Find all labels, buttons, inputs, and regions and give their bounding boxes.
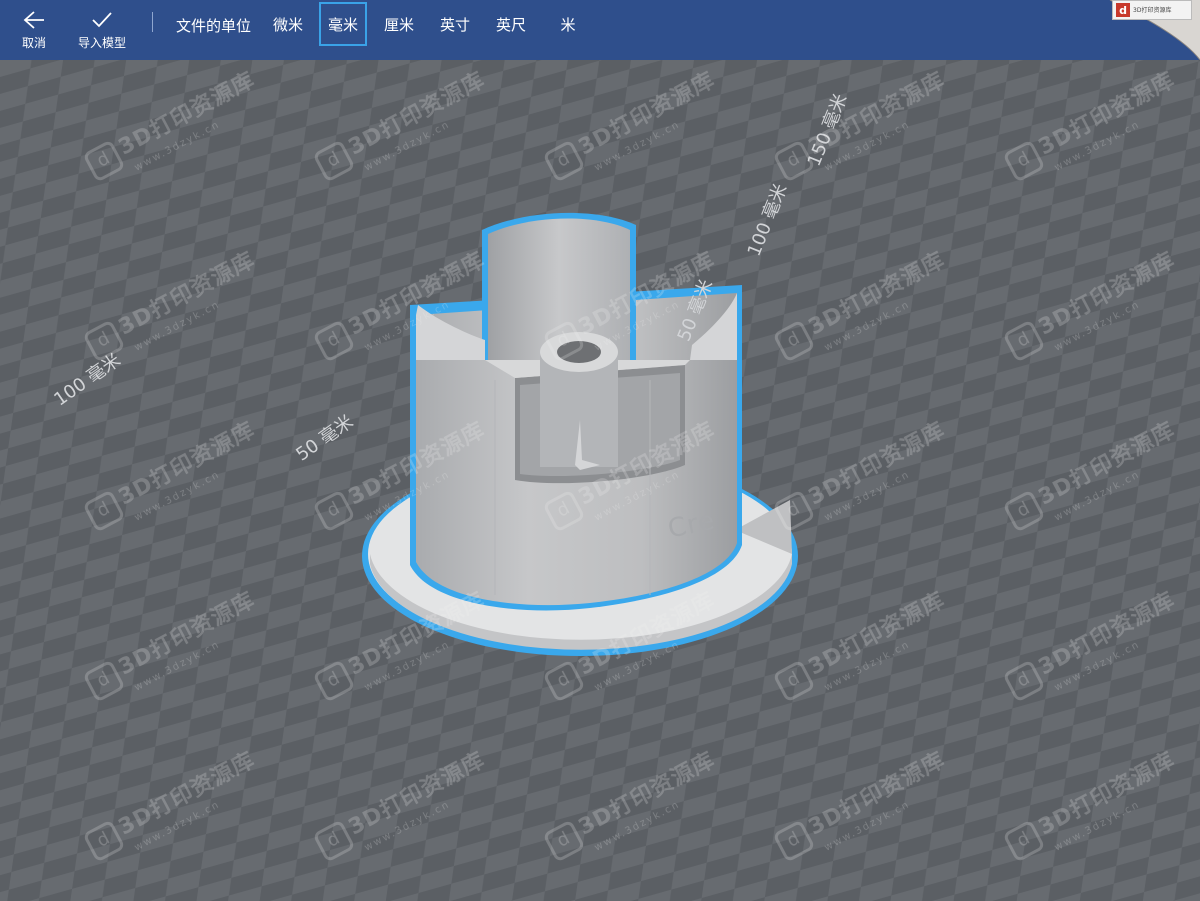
unit-option-inch[interactable]: 英寸 — [433, 2, 477, 46]
app-window: 取消 导入模型 文件的单位 微米 毫米 厘米 英寸 英尺 米 d 3D打印资源库 — [0, 0, 1200, 901]
file-unit-caption: 文件的单位 — [176, 17, 252, 35]
unit-option-meter[interactable]: 米 — [546, 2, 590, 46]
unit-option-micrometer[interactable]: 微米 — [266, 2, 310, 46]
import-toolbar: 取消 导入模型 文件的单位 微米 毫米 厘米 英寸 英尺 米 d 3D打印资源库 — [0, 0, 1200, 60]
import-model-label: 导入模型 — [77, 35, 126, 50]
cancel-label: 取消 — [21, 35, 46, 50]
back-arrow-icon — [23, 10, 45, 30]
build-plate-grid — [0, 60, 1200, 901]
toolbar-divider — [152, 12, 153, 32]
unit-option-millimeter[interactable]: 毫米 — [319, 2, 367, 46]
unit-option-foot[interactable]: 英尺 — [489, 2, 533, 46]
import-model-button[interactable]: 导入模型 — [72, 0, 132, 60]
3d-viewport[interactable]: Cre 100 毫米 50 毫米 50 毫米 100 毫米 150 毫米 d3D… — [0, 60, 1200, 901]
site-logo: d 3D打印资源库 — [1112, 0, 1192, 20]
cancel-button[interactable]: 取消 — [14, 0, 54, 60]
checkmark-icon — [91, 10, 113, 30]
unit-option-centimeter[interactable]: 厘米 — [377, 2, 421, 46]
